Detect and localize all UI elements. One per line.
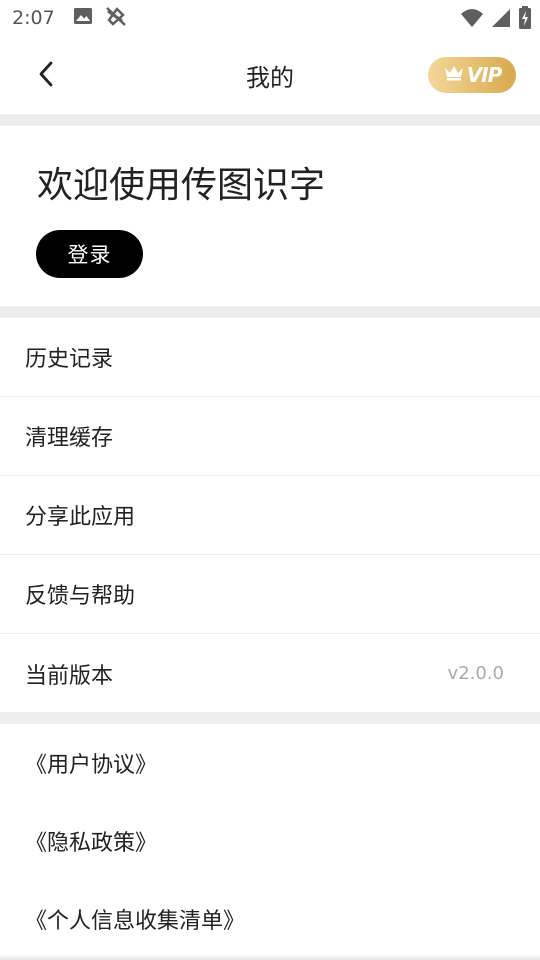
settings-menu: 历史记录 清理缓存 分享此应用 反馈与帮助 当前版本 v2.0.0 [0,318,540,713]
chevron-left-icon [36,60,56,92]
battery-charging-icon [518,6,532,34]
policy-links: 《用户协议》 《隐私政策》 《个人信息收集清单》 [0,724,540,958]
link-label: 《隐私政策》 [25,831,158,856]
menu-item-label: 清理缓存 [25,426,114,451]
menu-item-label: 历史记录 [25,347,114,372]
version-value: v2.0.0 [447,663,504,684]
wifi-icon [460,7,484,33]
page-title: 我的 [246,63,294,92]
no-signal-tool-icon [105,5,127,31]
menu-item-current-version[interactable]: 当前版本 v2.0.0 [0,634,540,713]
welcome-title: 欢迎使用传图识字 [37,165,326,206]
crown-icon [443,64,465,86]
menu-item-label: 当前版本 [25,663,114,689]
menu-item-label: 反馈与帮助 [25,584,136,609]
section-divider [0,114,540,126]
app-header: 我的 VIP [0,36,540,114]
link-label: 《个人信息收集清单》 [25,909,246,934]
link-label: 《用户协议》 [25,753,158,778]
section-divider [0,306,540,318]
status-time: 2:07 [12,7,55,29]
status-right-icons [460,6,532,34]
cellular-signal-icon [490,7,512,33]
personal-info-list-link[interactable]: 《个人信息收集清单》 [0,880,540,958]
menu-item-label: 分享此应用 [25,505,136,530]
user-agreement-link[interactable]: 《用户协议》 [0,724,540,802]
status-bar: 2:07 [0,0,540,36]
menu-item-history[interactable]: 历史记录 [0,318,540,397]
bottom-edge [0,954,540,960]
welcome-section: 欢迎使用传图识字 登录 [0,126,540,306]
login-button[interactable]: 登录 [36,230,143,278]
section-divider [0,712,540,724]
vip-label: VIP [466,63,503,87]
menu-item-clear-cache[interactable]: 清理缓存 [0,397,540,476]
image-icon [73,6,93,30]
privacy-policy-link[interactable]: 《隐私政策》 [0,802,540,880]
back-button[interactable] [26,56,66,96]
menu-item-share-app[interactable]: 分享此应用 [0,476,540,555]
vip-button[interactable]: VIP [428,57,516,93]
menu-item-feedback-help[interactable]: 反馈与帮助 [0,555,540,634]
status-left-icons [73,5,127,31]
